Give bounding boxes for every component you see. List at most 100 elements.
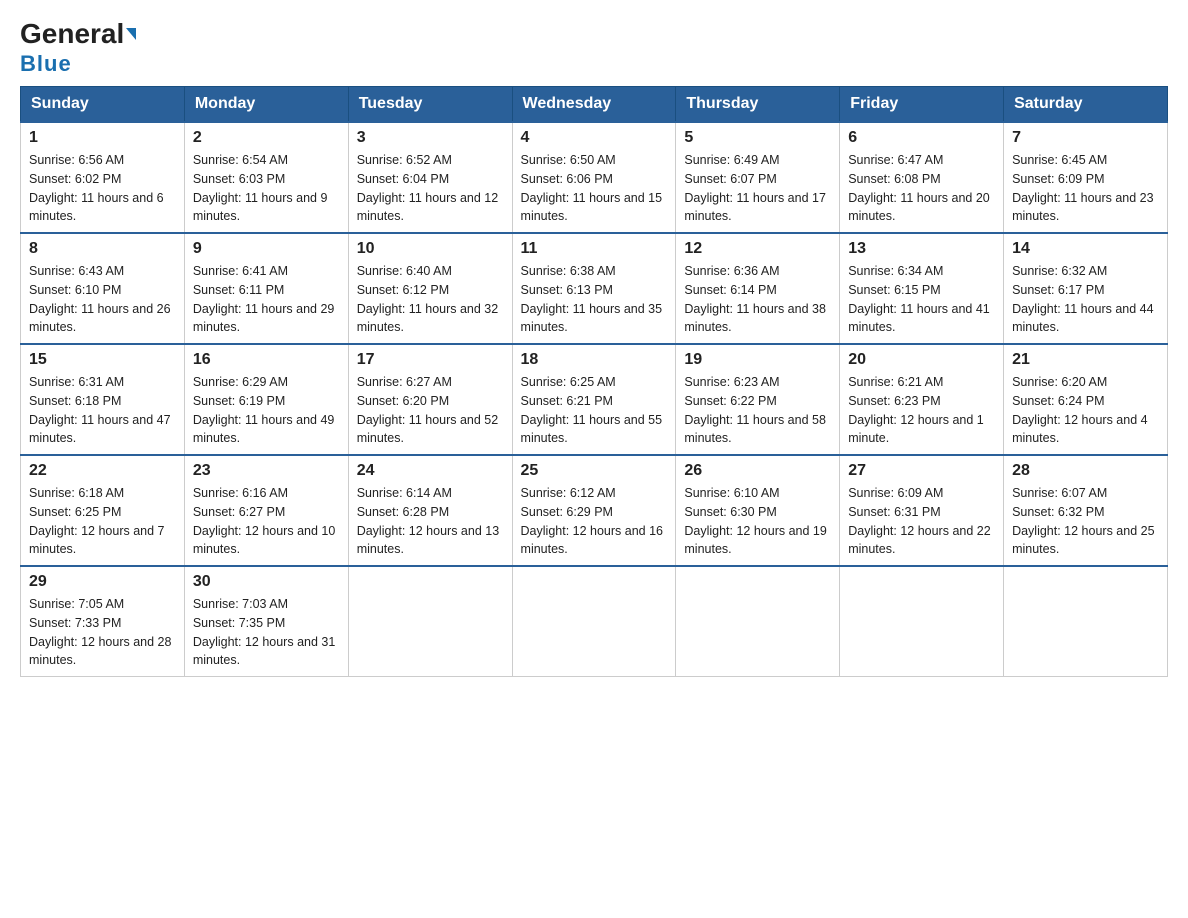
calendar-cell: 16 Sunrise: 6:29 AMSunset: 6:19 PMDaylig… [184, 344, 348, 455]
calendar-cell: 13 Sunrise: 6:34 AMSunset: 6:15 PMDaylig… [840, 233, 1004, 344]
day-number: 21 [1012, 351, 1159, 369]
page-header: GeneralBlue [20, 20, 1168, 76]
day-number: 26 [684, 462, 831, 480]
logo-text: GeneralBlue [20, 20, 136, 76]
day-header-tuesday: Tuesday [348, 87, 512, 123]
day-header-saturday: Saturday [1004, 87, 1168, 123]
day-number: 4 [521, 129, 668, 147]
day-info: Sunrise: 6:47 AMSunset: 6:08 PMDaylight:… [848, 153, 990, 223]
day-number: 22 [29, 462, 176, 480]
day-info: Sunrise: 6:40 AMSunset: 6:12 PMDaylight:… [357, 264, 499, 334]
day-info: Sunrise: 6:25 AMSunset: 6:21 PMDaylight:… [521, 375, 663, 445]
calendar-cell: 23 Sunrise: 6:16 AMSunset: 6:27 PMDaylig… [184, 455, 348, 566]
calendar-cell: 10 Sunrise: 6:40 AMSunset: 6:12 PMDaylig… [348, 233, 512, 344]
day-info: Sunrise: 6:49 AMSunset: 6:07 PMDaylight:… [684, 153, 826, 223]
day-header-monday: Monday [184, 87, 348, 123]
calendar-cell: 28 Sunrise: 6:07 AMSunset: 6:32 PMDaylig… [1004, 455, 1168, 566]
day-info: Sunrise: 6:18 AMSunset: 6:25 PMDaylight:… [29, 486, 165, 556]
day-info: Sunrise: 6:32 AMSunset: 6:17 PMDaylight:… [1012, 264, 1154, 334]
day-number: 17 [357, 351, 504, 369]
day-number: 24 [357, 462, 504, 480]
calendar-cell: 1 Sunrise: 6:56 AMSunset: 6:02 PMDayligh… [21, 122, 185, 233]
day-number: 16 [193, 351, 340, 369]
day-info: Sunrise: 6:16 AMSunset: 6:27 PMDaylight:… [193, 486, 335, 556]
logo: GeneralBlue [20, 20, 136, 76]
calendar-cell: 8 Sunrise: 6:43 AMSunset: 6:10 PMDayligh… [21, 233, 185, 344]
calendar-cell: 18 Sunrise: 6:25 AMSunset: 6:21 PMDaylig… [512, 344, 676, 455]
calendar-cell: 27 Sunrise: 6:09 AMSunset: 6:31 PMDaylig… [840, 455, 1004, 566]
day-info: Sunrise: 6:20 AMSunset: 6:24 PMDaylight:… [1012, 375, 1148, 445]
calendar-cell: 2 Sunrise: 6:54 AMSunset: 6:03 PMDayligh… [184, 122, 348, 233]
day-info: Sunrise: 6:21 AMSunset: 6:23 PMDaylight:… [848, 375, 984, 445]
calendar-cell: 15 Sunrise: 6:31 AMSunset: 6:18 PMDaylig… [21, 344, 185, 455]
day-number: 28 [1012, 462, 1159, 480]
day-number: 25 [521, 462, 668, 480]
day-info: Sunrise: 7:05 AMSunset: 7:33 PMDaylight:… [29, 597, 171, 667]
calendar-cell: 17 Sunrise: 6:27 AMSunset: 6:20 PMDaylig… [348, 344, 512, 455]
day-info: Sunrise: 6:38 AMSunset: 6:13 PMDaylight:… [521, 264, 663, 334]
calendar-cell: 29 Sunrise: 7:05 AMSunset: 7:33 PMDaylig… [21, 566, 185, 677]
day-info: Sunrise: 6:09 AMSunset: 6:31 PMDaylight:… [848, 486, 990, 556]
day-number: 27 [848, 462, 995, 480]
day-info: Sunrise: 6:34 AMSunset: 6:15 PMDaylight:… [848, 264, 990, 334]
day-number: 9 [193, 240, 340, 258]
day-number: 14 [1012, 240, 1159, 258]
day-number: 30 [193, 573, 340, 591]
day-number: 6 [848, 129, 995, 147]
calendar-cell: 19 Sunrise: 6:23 AMSunset: 6:22 PMDaylig… [676, 344, 840, 455]
calendar-cell: 20 Sunrise: 6:21 AMSunset: 6:23 PMDaylig… [840, 344, 1004, 455]
calendar-cell: 5 Sunrise: 6:49 AMSunset: 6:07 PMDayligh… [676, 122, 840, 233]
calendar-cell: 24 Sunrise: 6:14 AMSunset: 6:28 PMDaylig… [348, 455, 512, 566]
day-header-friday: Friday [840, 87, 1004, 123]
day-number: 18 [521, 351, 668, 369]
calendar-cell: 30 Sunrise: 7:03 AMSunset: 7:35 PMDaylig… [184, 566, 348, 677]
calendar-cell [348, 566, 512, 677]
calendar-cell: 11 Sunrise: 6:38 AMSunset: 6:13 PMDaylig… [512, 233, 676, 344]
day-info: Sunrise: 6:36 AMSunset: 6:14 PMDaylight:… [684, 264, 826, 334]
day-number: 8 [29, 240, 176, 258]
day-info: Sunrise: 6:31 AMSunset: 6:18 PMDaylight:… [29, 375, 171, 445]
day-info: Sunrise: 6:14 AMSunset: 6:28 PMDaylight:… [357, 486, 499, 556]
day-number: 12 [684, 240, 831, 258]
day-info: Sunrise: 6:50 AMSunset: 6:06 PMDaylight:… [521, 153, 663, 223]
day-header-thursday: Thursday [676, 87, 840, 123]
day-number: 3 [357, 129, 504, 147]
calendar-cell: 21 Sunrise: 6:20 AMSunset: 6:24 PMDaylig… [1004, 344, 1168, 455]
calendar-cell: 4 Sunrise: 6:50 AMSunset: 6:06 PMDayligh… [512, 122, 676, 233]
day-info: Sunrise: 6:41 AMSunset: 6:11 PMDaylight:… [193, 264, 335, 334]
day-number: 5 [684, 129, 831, 147]
calendar-cell: 26 Sunrise: 6:10 AMSunset: 6:30 PMDaylig… [676, 455, 840, 566]
day-info: Sunrise: 6:10 AMSunset: 6:30 PMDaylight:… [684, 486, 826, 556]
day-info: Sunrise: 6:56 AMSunset: 6:02 PMDaylight:… [29, 153, 164, 223]
day-number: 10 [357, 240, 504, 258]
day-info: Sunrise: 6:07 AMSunset: 6:32 PMDaylight:… [1012, 486, 1154, 556]
calendar-cell: 22 Sunrise: 6:18 AMSunset: 6:25 PMDaylig… [21, 455, 185, 566]
day-number: 20 [848, 351, 995, 369]
calendar-table: SundayMondayTuesdayWednesdayThursdayFrid… [20, 86, 1168, 677]
day-number: 11 [521, 240, 668, 258]
day-number: 13 [848, 240, 995, 258]
calendar-cell: 9 Sunrise: 6:41 AMSunset: 6:11 PMDayligh… [184, 233, 348, 344]
day-header-wednesday: Wednesday [512, 87, 676, 123]
day-info: Sunrise: 6:54 AMSunset: 6:03 PMDaylight:… [193, 153, 328, 223]
day-number: 7 [1012, 129, 1159, 147]
day-info: Sunrise: 6:29 AMSunset: 6:19 PMDaylight:… [193, 375, 335, 445]
day-info: Sunrise: 7:03 AMSunset: 7:35 PMDaylight:… [193, 597, 335, 667]
day-info: Sunrise: 6:27 AMSunset: 6:20 PMDaylight:… [357, 375, 499, 445]
calendar-cell: 7 Sunrise: 6:45 AMSunset: 6:09 PMDayligh… [1004, 122, 1168, 233]
day-number: 2 [193, 129, 340, 147]
day-info: Sunrise: 6:52 AMSunset: 6:04 PMDaylight:… [357, 153, 499, 223]
calendar-cell: 6 Sunrise: 6:47 AMSunset: 6:08 PMDayligh… [840, 122, 1004, 233]
day-info: Sunrise: 6:45 AMSunset: 6:09 PMDaylight:… [1012, 153, 1154, 223]
day-header-sunday: Sunday [21, 87, 185, 123]
calendar-cell: 12 Sunrise: 6:36 AMSunset: 6:14 PMDaylig… [676, 233, 840, 344]
day-number: 23 [193, 462, 340, 480]
calendar-cell: 25 Sunrise: 6:12 AMSunset: 6:29 PMDaylig… [512, 455, 676, 566]
calendar-cell [676, 566, 840, 677]
day-info: Sunrise: 6:23 AMSunset: 6:22 PMDaylight:… [684, 375, 826, 445]
day-number: 29 [29, 573, 176, 591]
calendar-cell [1004, 566, 1168, 677]
calendar-cell [512, 566, 676, 677]
day-number: 19 [684, 351, 831, 369]
day-info: Sunrise: 6:43 AMSunset: 6:10 PMDaylight:… [29, 264, 171, 334]
